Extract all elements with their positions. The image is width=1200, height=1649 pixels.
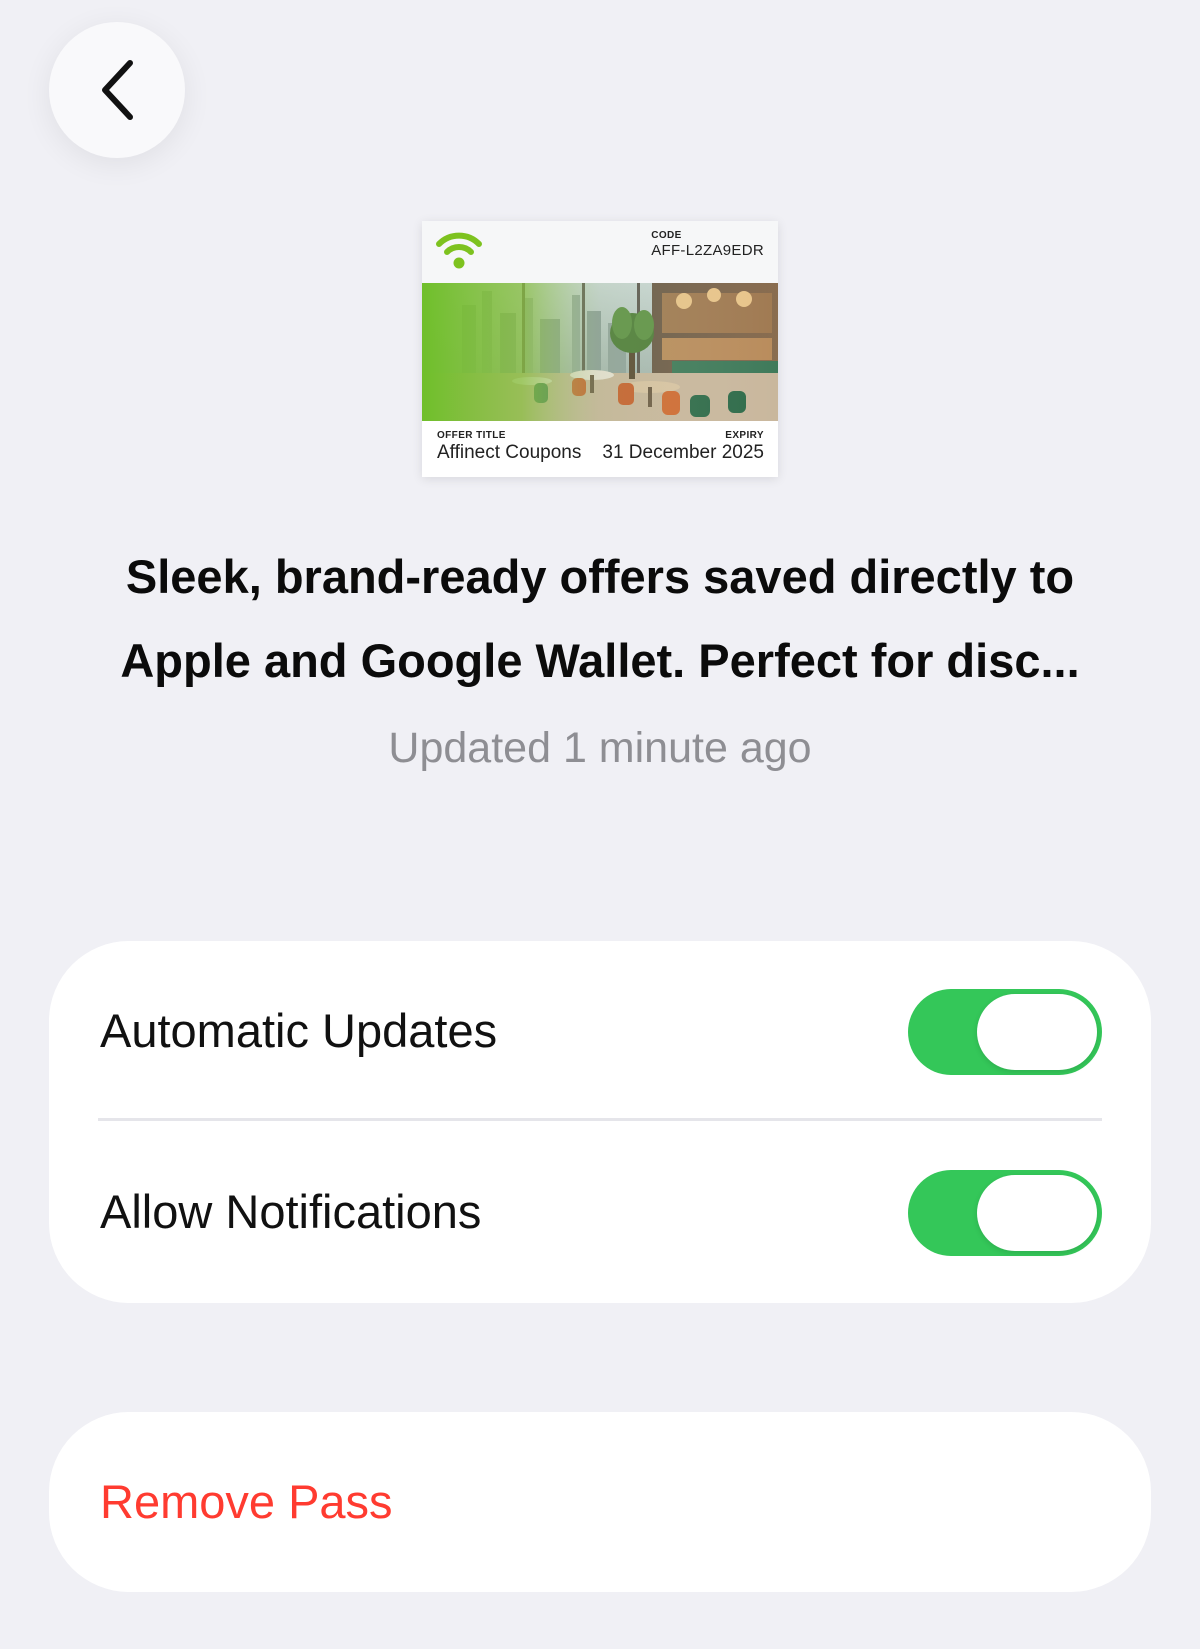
pass-footer: OFFER TITLE Affinect Coupons EXPIRY 31 D… <box>422 421 778 477</box>
toggle-knob <box>977 994 1097 1070</box>
automatic-updates-toggle[interactable] <box>908 989 1102 1075</box>
code-label: CODE <box>651 230 682 241</box>
expiry-label: EXPIRY <box>725 430 764 441</box>
wifi-logo-icon <box>436 230 482 270</box>
divider <box>98 1118 1102 1121</box>
expiry-field: EXPIRY 31 December 2025 <box>602 430 764 464</box>
pass-code-field: CODE AFF-L2ZA9EDR <box>651 230 764 259</box>
allow-notifications-toggle[interactable] <box>908 1170 1102 1256</box>
toggle-knob <box>977 1175 1097 1251</box>
pass-strip-image <box>422 283 778 421</box>
automatic-updates-row[interactable]: Automatic Updates <box>49 941 1151 1121</box>
code-value: AFF-L2ZA9EDR <box>651 242 764 259</box>
remove-pass-button[interactable]: Remove Pass <box>49 1412 1151 1592</box>
automatic-updates-label: Automatic Updates <box>100 1004 498 1057</box>
pass-header: CODE AFF-L2ZA9EDR <box>422 221 778 283</box>
chevron-left-icon <box>97 58 137 122</box>
remove-pass-label: Remove Pass <box>100 1475 393 1528</box>
allow-notifications-label: Allow Notifications <box>100 1185 482 1238</box>
back-button[interactable] <box>49 22 185 158</box>
offer-title-label: OFFER TITLE <box>437 430 506 441</box>
pass-description: Sleek, brand-ready offers saved directly… <box>120 550 1080 687</box>
allow-notifications-row[interactable]: Allow Notifications <box>49 1122 1151 1302</box>
offer-title-value: Affinect Coupons <box>437 442 582 463</box>
expiry-value: 31 December 2025 <box>602 442 764 463</box>
offer-title-field: OFFER TITLE Affinect Coupons <box>437 430 581 464</box>
pass-card[interactable]: CODE AFF-L2ZA9EDR OFFER TITLE Affinect C… <box>422 221 778 477</box>
updated-timestamp: Updated 1 minute ago <box>388 724 812 772</box>
pass-settings-group: Automatic Updates Allow Notifications <box>49 941 1151 1303</box>
